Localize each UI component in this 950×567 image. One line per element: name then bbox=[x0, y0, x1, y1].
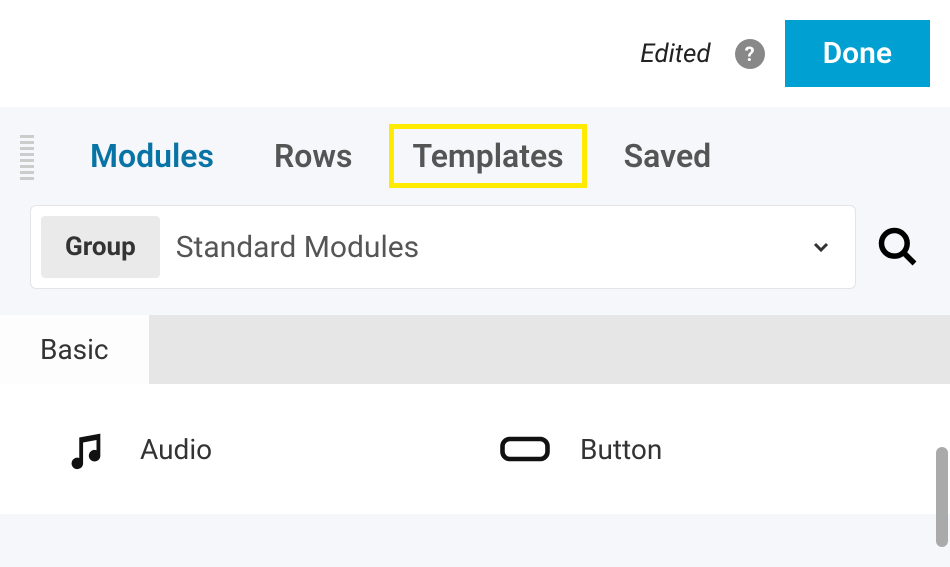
group-badge: Group bbox=[41, 216, 160, 278]
tab-saved[interactable]: Saved bbox=[624, 137, 712, 175]
module-audio[interactable]: Audio bbox=[60, 424, 460, 474]
help-icon[interactable]: ? bbox=[735, 39, 765, 69]
filter-row: Group Standard Modules bbox=[0, 205, 950, 315]
module-label-button: Button bbox=[580, 433, 662, 466]
search-icon[interactable] bbox=[876, 225, 920, 269]
group-value: Standard Modules bbox=[176, 230, 793, 265]
section-basic-header: Basic bbox=[0, 315, 149, 384]
edited-label: Edited bbox=[640, 39, 710, 69]
tab-templates[interactable]: Templates bbox=[389, 124, 586, 188]
top-bar: Edited ? Done bbox=[0, 0, 950, 107]
module-button[interactable]: Button bbox=[500, 424, 900, 474]
section-header-row: Basic bbox=[0, 315, 950, 384]
tab-rows[interactable]: Rows bbox=[274, 137, 353, 175]
module-label-audio: Audio bbox=[140, 433, 212, 466]
button-icon bbox=[500, 424, 550, 474]
group-select[interactable]: Group Standard Modules bbox=[30, 205, 856, 289]
builder-panel: Modules Rows Templates Saved Group Stand… bbox=[0, 107, 950, 567]
scrollbar[interactable] bbox=[936, 447, 948, 547]
music-note-icon bbox=[60, 424, 110, 474]
panel-tabs: Modules Rows Templates Saved bbox=[0, 117, 950, 205]
drag-handle-icon[interactable] bbox=[20, 135, 34, 180]
chevron-down-icon bbox=[809, 235, 833, 259]
tab-modules[interactable]: Modules bbox=[90, 137, 214, 175]
modules-area: Audio Button bbox=[0, 384, 950, 514]
done-button[interactable]: Done bbox=[785, 20, 930, 87]
